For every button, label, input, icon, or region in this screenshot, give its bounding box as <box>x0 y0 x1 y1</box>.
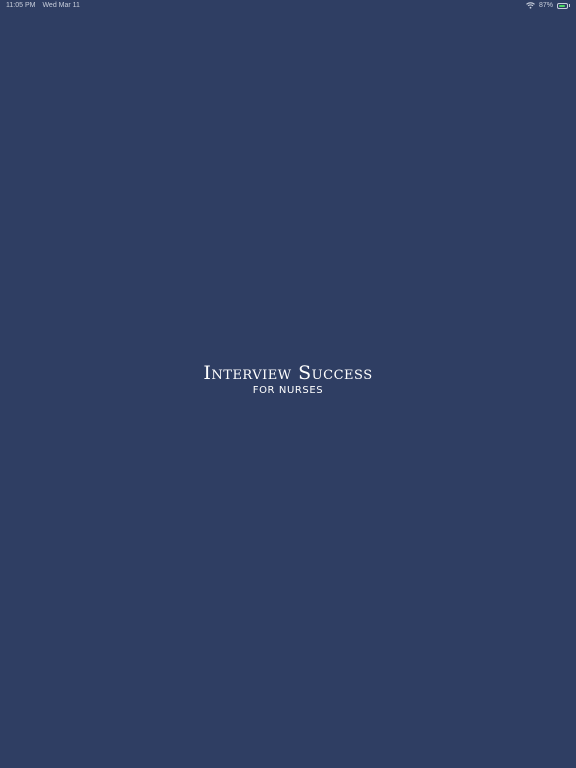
splash-logo: Interview Success FOR NURSES <box>0 362 576 397</box>
battery-icon <box>557 2 570 9</box>
app-title: Interview Success <box>203 362 373 384</box>
status-bar: 11:05 PM Wed Mar 11 87% <box>0 0 576 12</box>
status-time: 11:05 PM <box>6 2 36 9</box>
battery-level-fill <box>559 4 566 7</box>
wifi-icon <box>526 2 535 9</box>
status-date: Wed Mar 11 <box>42 2 80 9</box>
battery-percent: 87% <box>538 2 553 9</box>
app-subtitle: FOR NURSES <box>252 385 324 396</box>
status-right: 87% <box>526 2 570 9</box>
status-left: 11:05 PM Wed Mar 11 <box>6 2 80 9</box>
